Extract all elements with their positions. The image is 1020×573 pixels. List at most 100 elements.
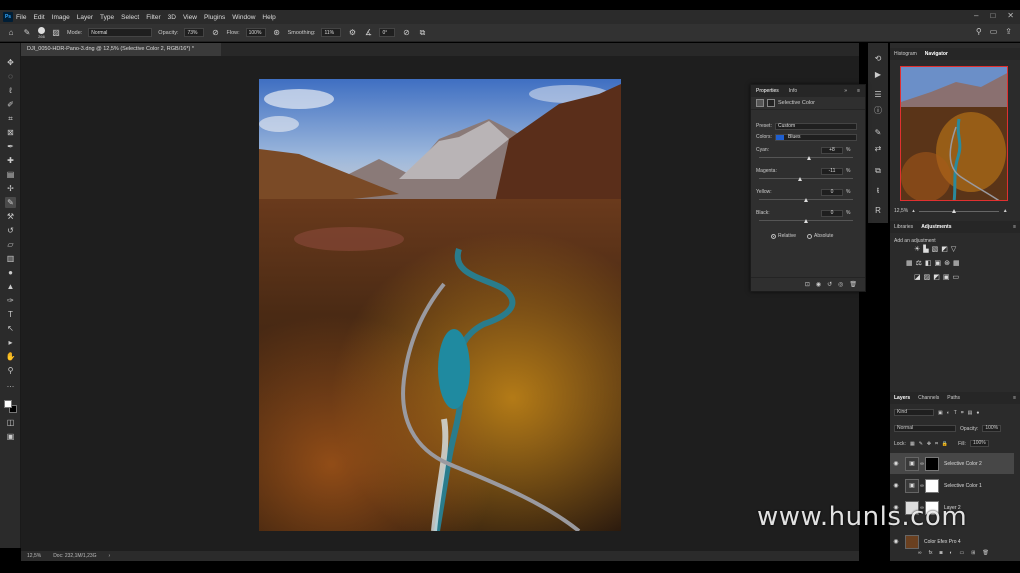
blur-tool-icon[interactable]: ● [5, 267, 16, 278]
visibility-eye-icon[interactable]: ◉ [890, 482, 902, 489]
menu-select[interactable]: Select [121, 14, 139, 21]
method-relative-radio[interactable]: Relative [771, 233, 796, 239]
quick-mask-icon[interactable]: ◫ [5, 417, 16, 428]
curves-icon[interactable]: ▧ [932, 245, 939, 253]
slider-thumb[interactable] [807, 156, 812, 160]
lock-position-icon[interactable]: ✥ [927, 441, 931, 447]
brush-preset-picker[interactable]: 266 [38, 26, 45, 39]
lock-artboard-icon[interactable]: ⌗ [935, 441, 938, 447]
zoom-in-icon[interactable]: ▲ [1003, 208, 1008, 214]
history-icon[interactable]: ⟲ [872, 53, 884, 64]
menu-filter[interactable]: Filter [146, 14, 160, 21]
opacity-input[interactable]: 73% [184, 28, 205, 37]
invert-icon[interactable]: ◪ [914, 273, 921, 281]
actions-icon[interactable]: ▶ [872, 69, 884, 80]
vibrance-icon[interactable]: ▽ [951, 245, 956, 253]
type-tool-icon[interactable]: T [5, 309, 16, 320]
slider-thumb[interactable] [797, 177, 802, 181]
brightness-contrast-icon[interactable]: ☀ [914, 245, 920, 253]
search-icon[interactable]: ⚲ [976, 27, 982, 36]
tab-channels[interactable]: Channels [914, 395, 943, 401]
healing-tool-icon[interactable]: ✚ [5, 155, 16, 166]
more-tools-icon[interactable]: … [5, 379, 16, 390]
lock-transparent-icon[interactable]: ▦ [910, 441, 915, 447]
tab-adjustments[interactable]: Adjustments [917, 224, 955, 230]
frame-tool-icon[interactable]: ⊠ [5, 127, 16, 138]
blend-mode-select[interactable]: Normal [894, 425, 956, 432]
workspace-icon[interactable]: ▭ [990, 27, 998, 36]
smoothing-settings-icon[interactable]: ⚙ [347, 28, 357, 37]
panel-menu-icon[interactable]: ≡ [852, 88, 865, 94]
shape-tool-icon[interactable]: ▸ [5, 337, 16, 348]
photo-filter-icon[interactable]: ▣ [935, 259, 942, 267]
view-previous-icon[interactable]: ◉ [816, 281, 821, 288]
new-adjustment-icon[interactable]: ◐ [950, 550, 953, 556]
color-lookup-icon[interactable]: ▦ [953, 259, 960, 267]
lock-pixels-icon[interactable]: ✎ [919, 441, 923, 447]
panel-menu-icon[interactable]: ≡ [1009, 224, 1020, 230]
channel-mixer-icon[interactable]: ⊛ [944, 259, 950, 267]
filter-toggle-icon[interactable]: ● [976, 410, 979, 416]
menu-view[interactable]: View [183, 14, 197, 21]
menu-3d[interactable]: 3D [168, 14, 176, 21]
lasso-tool-icon[interactable]: ℓ [5, 85, 16, 96]
marquee-tool-icon[interactable]: ◌ [5, 71, 16, 82]
layer-row[interactable]: ◉ Color Efex Pro 4 [890, 531, 1014, 552]
layer-row[interactable]: ◉ ▣ ∞ Selective Color 1 [890, 475, 1014, 496]
smoothing-input[interactable]: 11% [321, 28, 342, 37]
close-button[interactable]: ✕ [1007, 11, 1014, 20]
retouch-panel-icon[interactable]: R [872, 205, 884, 216]
fx-icon[interactable]: fx [929, 550, 933, 556]
brushes-icon[interactable]: ✎ [872, 127, 884, 138]
zoom-out-icon[interactable]: ▴ [912, 208, 915, 214]
slider-value-input[interactable]: +8 [821, 147, 843, 154]
layer-mask-thumbnail[interactable] [925, 478, 939, 493]
airbrush-icon[interactable]: ⊛ [272, 28, 282, 37]
dodge-tool-icon[interactable]: ▲ [5, 281, 16, 292]
new-group-icon[interactable]: ▭ [960, 550, 965, 556]
slider-track[interactable] [759, 157, 853, 158]
quick-select-tool-icon[interactable]: ✐ [5, 99, 16, 110]
method-absolute-radio[interactable]: Absolute [807, 233, 833, 239]
visibility-icon[interactable]: ◎ [838, 281, 843, 288]
patch-tool-icon[interactable]: ▤ [5, 169, 16, 180]
flow-input[interactable]: 100% [245, 28, 266, 37]
tab-properties[interactable]: Properties [751, 88, 784, 94]
menu-file[interactable]: File [16, 14, 26, 21]
status-zoom[interactable]: 12,5% [27, 553, 41, 559]
color-balance-icon[interactable]: ⚖ [916, 259, 922, 267]
pressure-size-icon[interactable]: ⊘ [401, 28, 411, 37]
status-arrow-icon[interactable]: › [109, 553, 111, 559]
layer-row[interactable]: ◉ ▣ ∞ Selective Color 2 [890, 453, 1014, 474]
eraser-tool-icon[interactable]: ▱ [5, 239, 16, 250]
reset-icon[interactable]: ↺ [827, 281, 832, 288]
layer-mask-thumbnail[interactable] [925, 456, 939, 471]
slider-value-input[interactable]: -11 [821, 168, 843, 175]
adjustment-icon[interactable] [756, 99, 764, 107]
navigator-thumbnail[interactable] [900, 66, 1008, 201]
menu-window[interactable]: Window [232, 14, 255, 21]
menu-image[interactable]: Image [52, 14, 70, 21]
document-tab[interactable]: DJI_0050-HDR-Pano-3.dng @ 12,5% (Selecti… [21, 43, 221, 56]
menu-help[interactable]: Help [262, 14, 275, 21]
delete-icon[interactable]: 🗑 [849, 281, 857, 288]
tab-layers[interactable]: Layers [890, 395, 914, 401]
brush-tool-icon[interactable]: ✎ [22, 28, 32, 37]
properties-panel-icon[interactable]: ☰ [872, 89, 884, 100]
crop-tool-icon[interactable]: ⌗ [5, 113, 16, 124]
menu-type[interactable]: Type [100, 14, 114, 21]
hand-tool-icon[interactable]: ✋ [5, 351, 16, 362]
tab-histogram[interactable]: Histogram [890, 51, 921, 57]
home-icon[interactable]: ⌂ [6, 28, 16, 37]
link-layers-icon[interactable]: ∞ [918, 550, 922, 556]
maximize-button[interactable]: □ [990, 11, 995, 20]
pen-tool-icon[interactable]: ✑ [5, 295, 16, 306]
preset-select[interactable]: Custom [775, 123, 857, 130]
colors-select[interactable]: Blues [775, 134, 857, 141]
eyedropper-tool-icon[interactable]: ✒ [5, 141, 16, 152]
filter-shape-icon[interactable]: ⌗ [961, 410, 964, 416]
slider-track[interactable] [759, 178, 853, 179]
mask-icon[interactable] [767, 99, 775, 107]
filter-adjustment-icon[interactable]: ◐ [947, 410, 950, 416]
posterize-icon[interactable]: ▨ [924, 273, 931, 281]
